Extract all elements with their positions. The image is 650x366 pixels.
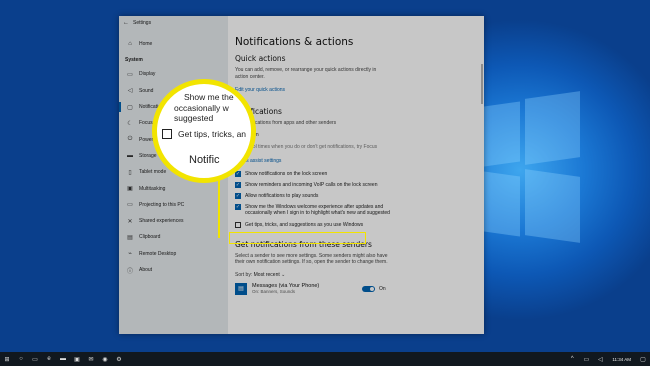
- page-title: Notifications & actions: [235, 36, 354, 48]
- checkbox-label: Allow notifications to play sounds: [245, 192, 319, 199]
- chevron-up-icon[interactable]: ^: [565, 356, 579, 362]
- mail-icon[interactable]: ✉: [84, 356, 98, 363]
- moon-icon: ☾: [127, 120, 133, 127]
- windows-logo: [470, 91, 580, 245]
- sidebar-item-label: Display: [139, 71, 156, 78]
- checkbox-checked[interactable]: ✓: [235, 192, 241, 199]
- senders-desc: Select a sender to see more settings. So…: [235, 252, 388, 266]
- start-icon[interactable]: ⊞: [0, 356, 14, 363]
- notification-checkbox-row[interactable]: ✓ Show me the Windows welcome experience …: [235, 204, 390, 216]
- clipboard-icon: ▤: [127, 234, 133, 241]
- sender-sub: On: Banners, Sounds: [252, 289, 296, 295]
- notification-checkbox-row[interactable]: ✓ Show reminders and incoming VoIP calls …: [235, 181, 390, 188]
- file-explorer-icon[interactable]: ▬: [56, 356, 70, 362]
- sidebar-item-about[interactable]: ⓘ About: [119, 262, 228, 278]
- sort-value: Most recent: [253, 271, 280, 278]
- settings-window: ⌂ Home System ▭ Display ◁ Sound ▢ Notificatio…: [119, 16, 484, 334]
- edge-icon[interactable]: e: [42, 356, 56, 362]
- sender-item[interactable]: ▤ Messages (via Your Phone) On: Banners,…: [235, 282, 484, 295]
- callout-checkbox-label: Get tips, tricks, an: [178, 128, 247, 139]
- checkbox-label: Show me the Windows welcome experience a…: [245, 204, 390, 217]
- notification-checkbox-row[interactable]: ✓ Show notifications on the lock screen: [235, 170, 390, 177]
- taskbar-clock[interactable]: 11:34 AM: [607, 357, 636, 362]
- sidebar-item-shared-experiences[interactable]: ✕ Shared experiences: [119, 213, 228, 229]
- callout-line-3: suggested: [174, 113, 214, 123]
- checkbox-checked[interactable]: ✓: [235, 181, 241, 188]
- quick-actions-heading: Quick actions: [235, 54, 286, 63]
- home-icon: ⌂: [128, 41, 132, 48]
- quick-actions-desc: You can add, remove, or rearrange your q…: [235, 67, 377, 80]
- task-view-icon[interactable]: ▭: [28, 356, 42, 363]
- notification-checkbox-list: ✓ Show notifications on the lock screen ✓ S…: [235, 170, 484, 228]
- checkbox-label: Show reminders and incoming VoIP calls o…: [245, 181, 378, 188]
- sidebar-item-remote-desktop[interactable]: ⌁ Remote Desktop: [119, 246, 228, 262]
- sidebar-item-label: Multitasking: [139, 185, 166, 192]
- main-content: Notifications & actions Quick actions Yo…: [228, 16, 484, 334]
- shared-icon: ✕: [127, 218, 133, 225]
- storage-icon: ▬: [127, 152, 133, 159]
- sidebar-item-label: Projecting to this PC: [139, 201, 185, 208]
- sidebar-section-title: System: [125, 57, 143, 64]
- projecting-icon: ▭: [127, 202, 133, 209]
- display-icon: ▭: [127, 71, 133, 78]
- network-icon[interactable]: ▭: [579, 356, 593, 363]
- search-icon[interactable]: ○: [14, 356, 28, 362]
- settings-taskbar-icon[interactable]: ⚙: [112, 356, 126, 363]
- multitasking-icon: ▣: [127, 186, 133, 193]
- taskbar: ⊞ ○ ▭ e ▬ ▣ ✉ ◉ ⚙ ^ ▭ ◁ 11:34 AM ▢: [0, 352, 650, 366]
- magnifier-callout: Show me the occasionally w suggested Get…: [152, 79, 256, 183]
- store-icon[interactable]: ▣: [70, 356, 84, 363]
- callout-line-2: occasionally w: [174, 102, 229, 113]
- remote-desktop-icon: ⌁: [128, 251, 132, 258]
- tablet-icon: ▯: [128, 169, 132, 176]
- focus-assist-desc: To control times when you do or don't ge…: [235, 143, 378, 157]
- get-notifications-label: Get notifications from apps and other se…: [235, 120, 337, 126]
- sort-label: Sort by:: [235, 271, 253, 278]
- notifications-heading: Notifications: [235, 107, 282, 116]
- photos-icon[interactable]: ◉: [98, 356, 112, 363]
- chevron-down-icon: ⌄: [281, 271, 286, 278]
- callout-line-1: Show me the: [184, 92, 234, 102]
- messages-app-icon: ▤: [235, 282, 247, 295]
- sidebar-item-label: Clipboard: [139, 234, 161, 241]
- checkbox-unchecked[interactable]: [235, 221, 241, 228]
- info-icon: ⓘ: [126, 268, 133, 275]
- sender-toggle[interactable]: [362, 285, 375, 292]
- checkbox-checked[interactable]: ✓: [235, 204, 241, 211]
- action-center-icon[interactable]: ▢: [636, 356, 650, 363]
- sidebar-item-label: Sound: [139, 87, 154, 94]
- sidebar-item-label: About: [139, 267, 153, 273]
- sidebar-home-label: Home: [139, 41, 153, 48]
- notification-checkbox-row[interactable]: Get tips, tricks, and suggestions as you…: [235, 221, 390, 228]
- sort-control[interactable]: Sort by: Most recent ⌄: [235, 272, 484, 278]
- notifications-icon: ▢: [127, 104, 133, 111]
- back-arrow-icon[interactable]: ←: [119, 20, 133, 26]
- sender-toggle-state: On: [379, 285, 386, 292]
- sidebar-item-clipboard[interactable]: ▤ Clipboard: [119, 229, 228, 245]
- power-icon: ⏻: [127, 136, 133, 143]
- callout-highlight-box: [229, 232, 366, 244]
- scrollbar[interactable]: [481, 64, 483, 104]
- speaker-icon: ◁: [127, 88, 133, 95]
- checkbox-label: Get tips, tricks, and suggestions as you…: [245, 221, 364, 228]
- notification-checkbox-row[interactable]: ✓ Allow notifications to play sounds: [235, 192, 390, 199]
- volume-icon[interactable]: ◁: [593, 356, 607, 363]
- sidebar-item-multitasking[interactable]: ▣ Multitasking: [119, 180, 228, 196]
- checkbox-label: Show notifications on the lock screen: [245, 170, 328, 177]
- sidebar-item-label: Remote Desktop: [139, 250, 177, 257]
- sidebar-item-home[interactable]: ⌂ Home: [119, 36, 228, 52]
- sidebar-item-label: Storage: [139, 152, 157, 159]
- callout-checkbox: [162, 128, 172, 139]
- sidebar-item-label: Shared experiences: [139, 218, 184, 225]
- sidebar-item-projecting-to-this-pc[interactable]: ▭ Projecting to this PC: [119, 197, 228, 213]
- callout-pointer-line: [218, 176, 220, 238]
- sidebar-item-label: Tablet mode: [139, 169, 167, 176]
- callout-next-heading: Notific: [189, 154, 220, 166]
